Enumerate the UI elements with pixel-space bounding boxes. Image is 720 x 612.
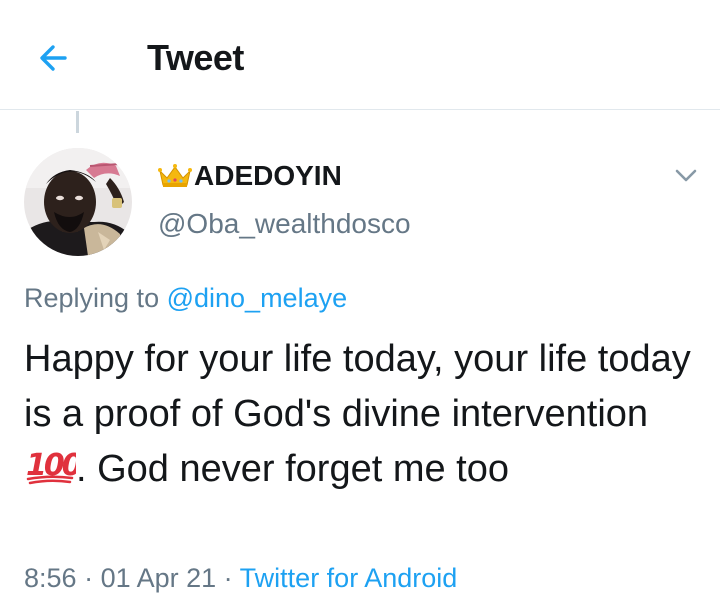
tweet-text-part-2: . God never forget me too	[76, 448, 510, 490]
replying-prefix: Replying to	[24, 283, 167, 313]
avatar[interactable]	[24, 148, 132, 256]
tweet-text-part-1: Happy for your life today, your life tod…	[24, 338, 691, 435]
arrow-left-icon	[40, 45, 67, 71]
author-display-name: ADEDOYIN	[194, 160, 342, 191]
replying-to-mention-link[interactable]: @dino_melaye	[167, 283, 348, 313]
chevron-down-icon	[675, 169, 697, 182]
thread-connector-line	[76, 111, 79, 133]
page-title: Tweet	[147, 37, 244, 78]
tweet-time[interactable]: 8:56	[24, 563, 77, 593]
top-app-bar: Tweet	[0, 0, 720, 110]
meta-separator: ·	[216, 563, 240, 593]
tweet-metadata: 8:56 · 01 Apr 21 · Twitter for Android	[24, 560, 457, 596]
back-button[interactable]	[34, 38, 74, 78]
replying-to-line: Replying to @dino_melaye	[24, 280, 347, 316]
tweet-text: Happy for your life today, your life tod…	[24, 332, 704, 497]
hundred-points-emoji-icon: 100	[26, 448, 76, 485]
tweet-source-link[interactable]: Twitter for Android	[240, 563, 458, 593]
tweet-menu-button[interactable]	[668, 160, 704, 190]
author-handle[interactable]: @Oba_wealthdosco	[158, 206, 411, 242]
tweet-date[interactable]: 01 Apr 21	[101, 563, 217, 593]
meta-separator: ·	[76, 563, 101, 593]
author-name-row[interactable]: ADEDOYIN	[158, 158, 342, 194]
avatar-photo	[24, 148, 132, 256]
crown-emoji-icon	[158, 164, 192, 187]
